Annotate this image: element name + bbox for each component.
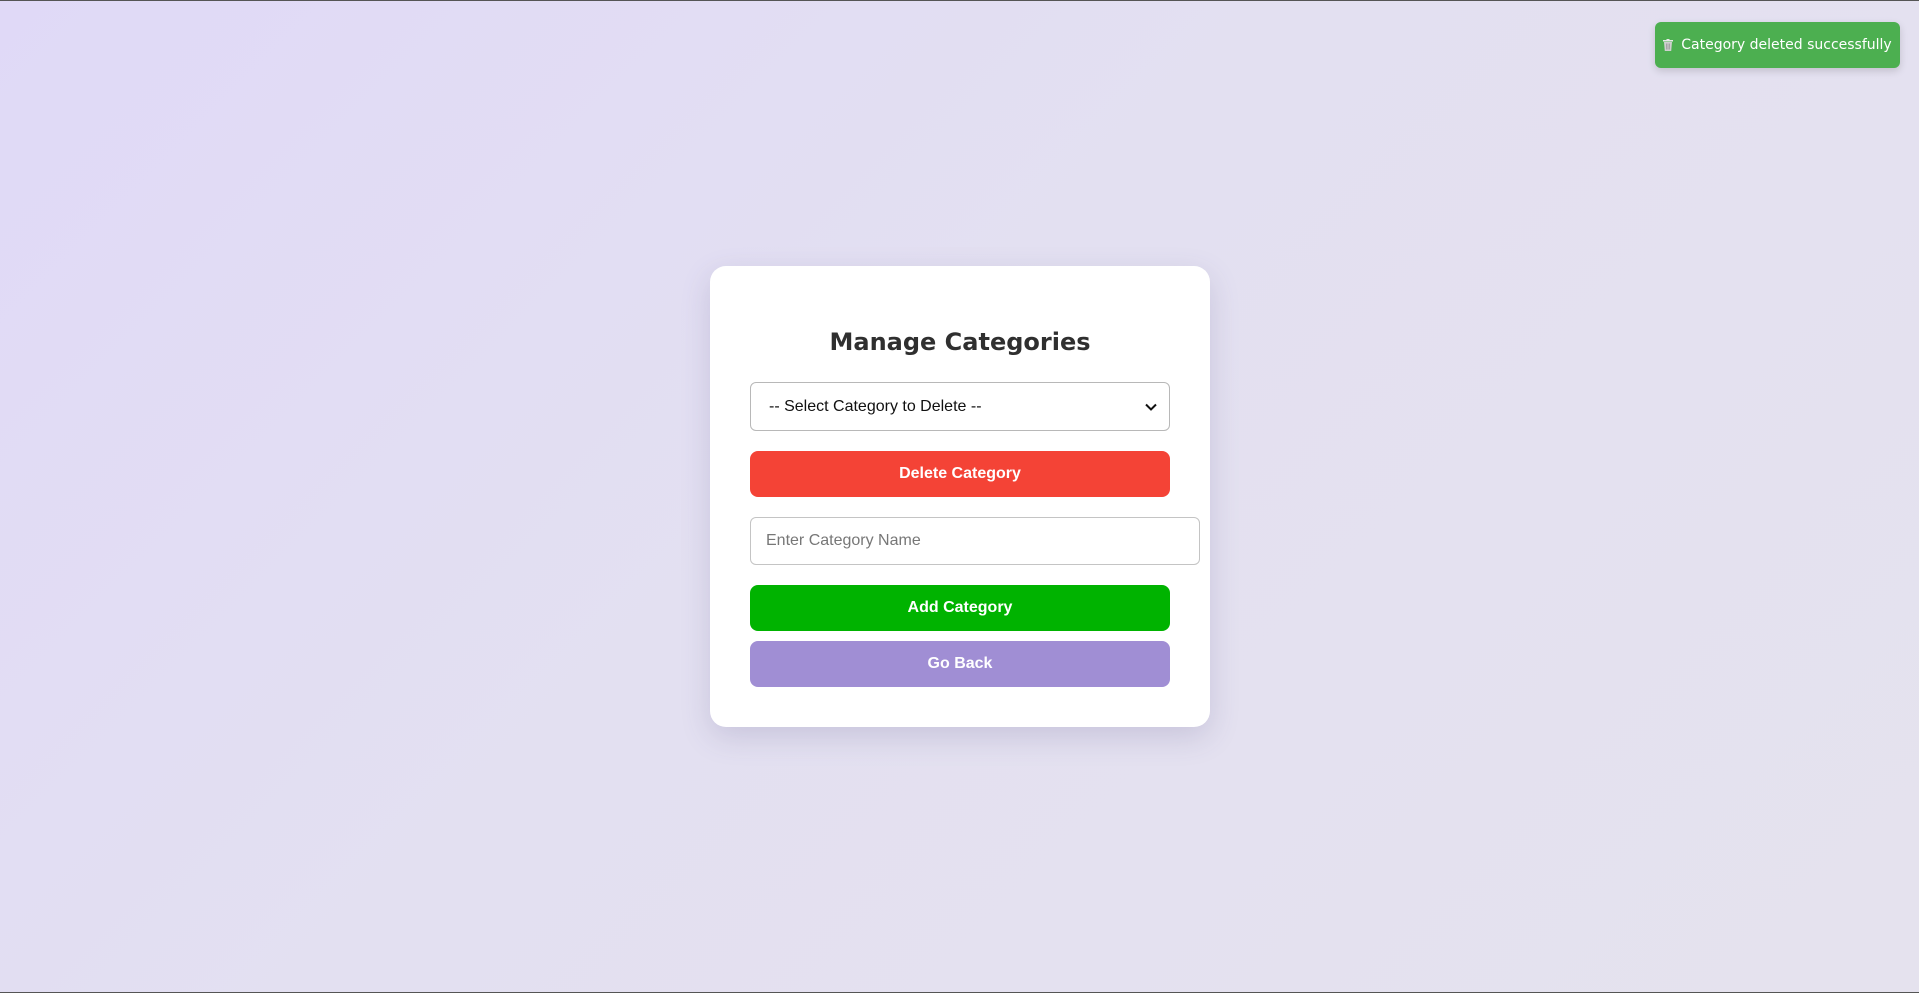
category-name-input[interactable]: Enter Category Name <box>750 517 1200 565</box>
manage-categories-card: Manage Categories -- Select Category to … <box>710 266 1210 727</box>
success-toast: Category deleted successfully <box>1655 22 1900 68</box>
category-select-value: -- Select Category to Delete -- <box>769 397 982 415</box>
add-category-button[interactable]: Add Category <box>750 585 1170 631</box>
chevron-down-icon <box>1145 398 1157 416</box>
toast-message: Category deleted successfully <box>1681 37 1892 53</box>
category-select[interactable]: -- Select Category to Delete -- <box>750 382 1170 431</box>
category-name-placeholder: Enter Category Name <box>766 532 921 549</box>
page-title: Manage Categories <box>829 328 1091 356</box>
delete-category-button[interactable]: Delete Category <box>750 451 1170 497</box>
go-back-button[interactable]: Go Back <box>750 641 1170 687</box>
trash-icon <box>1663 39 1674 51</box>
